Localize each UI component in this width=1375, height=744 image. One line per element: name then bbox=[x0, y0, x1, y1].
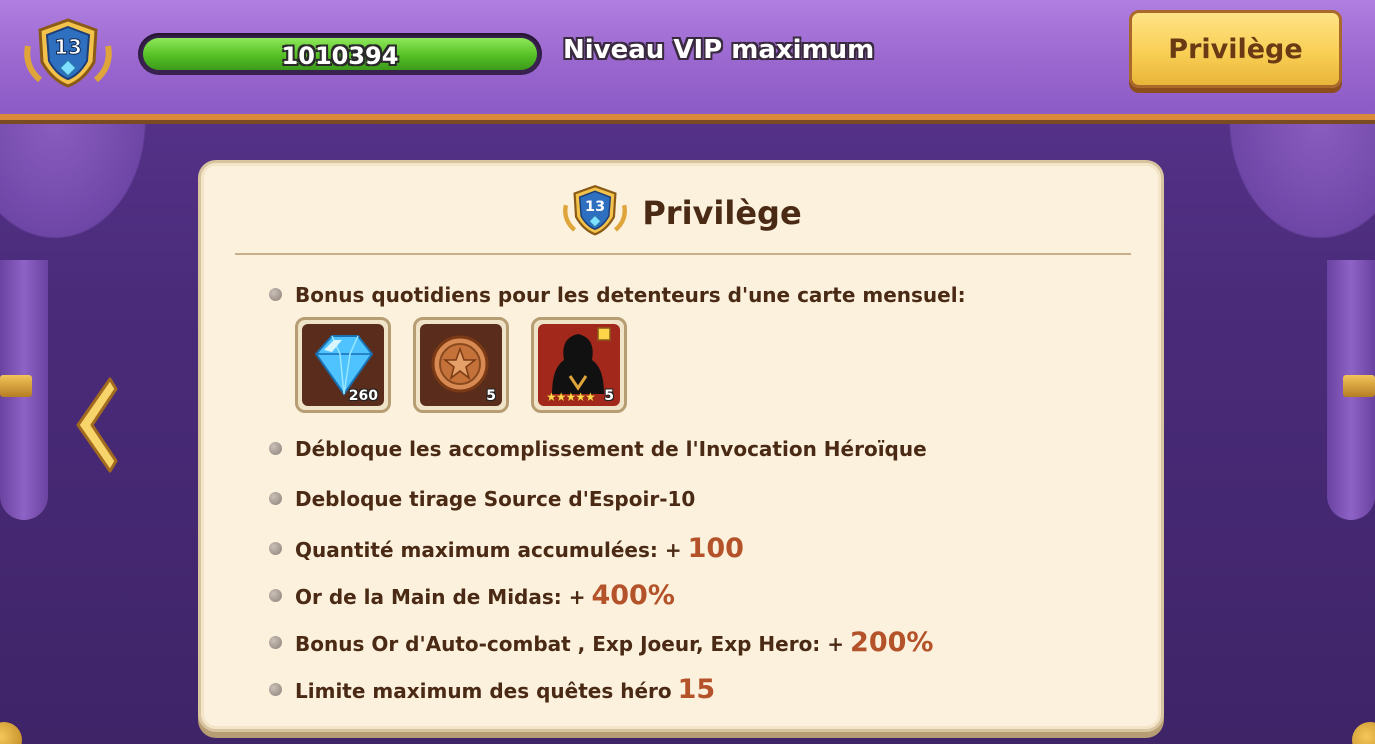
list-item: Limite maximum des quêtes héro 15 bbox=[269, 676, 1129, 705]
reward-count: 260 bbox=[348, 388, 378, 404]
svg-text:13: 13 bbox=[54, 35, 82, 59]
bullet-icon bbox=[269, 589, 282, 602]
privilege-panel: 13 Privilège Bonus quotidiens pour les d… bbox=[198, 160, 1164, 732]
bullet-icon bbox=[269, 288, 282, 301]
reward-count: 5 bbox=[486, 388, 496, 404]
vip-progress-bar: 1010394 bbox=[138, 33, 542, 75]
bullet-icon bbox=[269, 636, 282, 649]
bullet-icon bbox=[269, 542, 282, 555]
vip-progress-value: 1010394 bbox=[281, 42, 399, 70]
item-value: 15 bbox=[677, 674, 716, 705]
privilege-list: Bonus quotidiens pour les detenteurs d'u… bbox=[269, 281, 1129, 711]
bullet-icon bbox=[269, 492, 282, 505]
item-value: 100 bbox=[687, 533, 744, 564]
reward-hero[interactable]: ★★★★★ 5 bbox=[531, 317, 627, 413]
corner-ornament-bottom-left bbox=[0, 722, 22, 744]
item-value: 400% bbox=[591, 580, 675, 611]
vip-progress-fill: 1010394 bbox=[143, 38, 537, 70]
bullet-icon bbox=[269, 442, 282, 455]
vip-level-badge-icon: 13 bbox=[560, 183, 630, 243]
title-divider bbox=[235, 253, 1131, 255]
list-item: Bonus quotidiens pour les detenteurs d'u… bbox=[269, 281, 1129, 309]
vip-badge-icon[interactable]: 13 bbox=[20, 16, 116, 92]
bullet-icon bbox=[269, 683, 282, 696]
star-rating: ★★★★★ bbox=[546, 390, 596, 404]
reward-diamond[interactable]: 260 bbox=[295, 317, 391, 413]
item-value: 200% bbox=[850, 627, 934, 658]
reward-row: 260 5 ★★★★★ 5 bbox=[295, 317, 1129, 413]
list-item: Or de la Main de Midas: +400% bbox=[269, 582, 1129, 611]
panel-header: 13 Privilège bbox=[201, 185, 1161, 241]
top-bar: 13 1010394 Niveau VIP maximum Privilège bbox=[0, 0, 1375, 120]
corner-ornament-bottom-right bbox=[1352, 722, 1375, 744]
list-item: Débloque les accomplissement de l'Invoca… bbox=[269, 435, 1129, 463]
curtain-right bbox=[1145, 120, 1375, 540]
list-item: Quantité maximum accumulées: +100 bbox=[269, 535, 1129, 564]
list-item: Debloque tirage Source d'Espoir-10 bbox=[269, 485, 1129, 513]
curtain-left bbox=[0, 120, 230, 540]
panel-title: Privilège bbox=[642, 194, 802, 232]
previous-arrow-icon[interactable] bbox=[70, 375, 120, 475]
reward-count: 5 bbox=[604, 388, 614, 404]
reward-coin[interactable]: 5 bbox=[413, 317, 509, 413]
vip-status-label: Niveau VIP maximum bbox=[563, 35, 875, 65]
list-item: Bonus Or d'Auto-combat , Exp Joeur, Exp … bbox=[269, 629, 1129, 658]
privilege-button[interactable]: Privilège bbox=[1129, 10, 1342, 88]
svg-text:13: 13 bbox=[585, 198, 605, 215]
